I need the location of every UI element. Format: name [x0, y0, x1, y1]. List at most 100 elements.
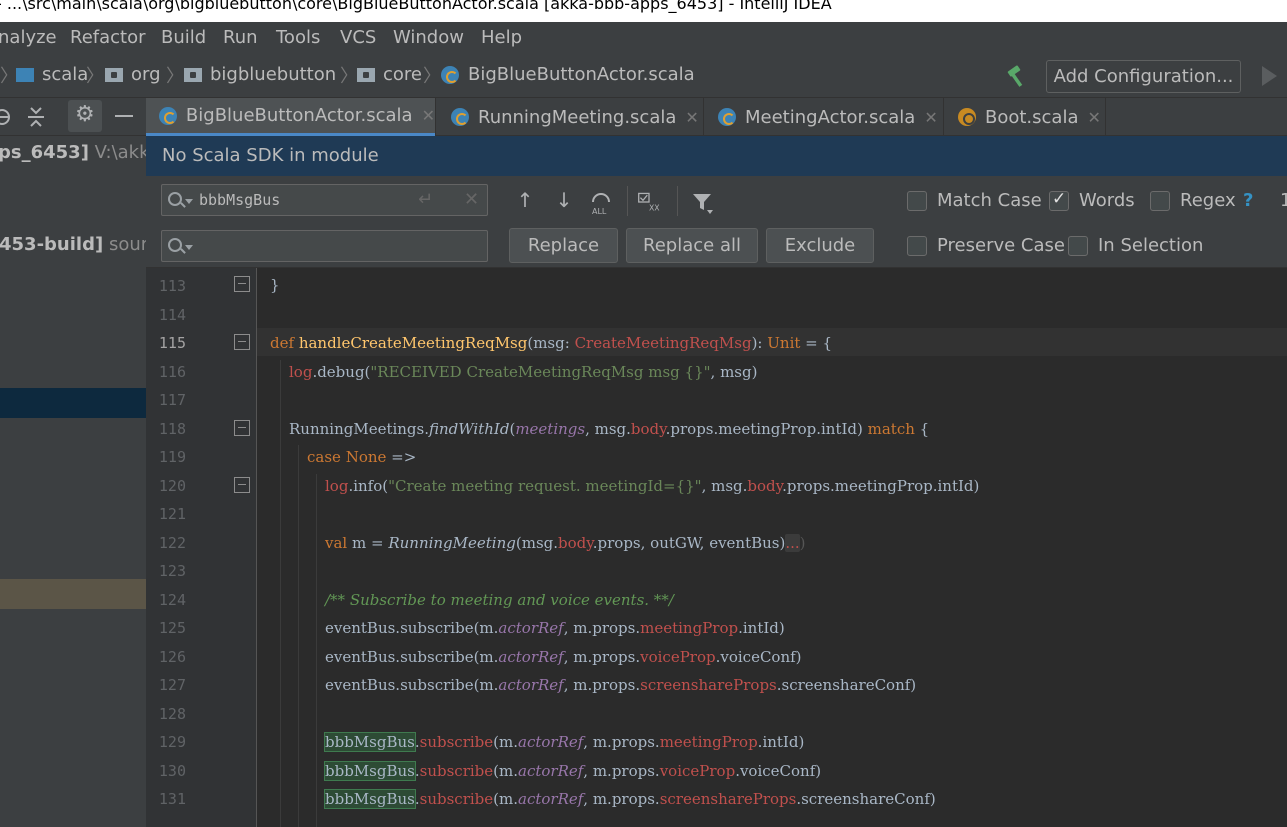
search-match-highlight: bbbMsgBus — [324, 732, 416, 752]
close-icon[interactable]: ✕ — [924, 108, 937, 127]
line-number: 130 — [158, 762, 186, 780]
line-number: 124 — [158, 591, 186, 609]
preserve-case-checkbox[interactable]: Preserve Case — [907, 235, 1065, 256]
tab-divider — [435, 98, 436, 136]
code-line: RunningMeetings.findWithId(meetings, msg… — [289, 420, 930, 438]
collapse-all-icon[interactable] — [26, 106, 46, 128]
collapsed-code-fold[interactable]: ... — [785, 534, 800, 552]
close-icon[interactable]: ✕ — [1088, 108, 1101, 127]
code-line: bbbMsgBus.subscribe(m.actorRef, m.props.… — [324, 761, 822, 781]
search-history-dropdown-icon[interactable] — [185, 199, 193, 204]
tab-boot[interactable]: Boot.scala ✕ — [945, 98, 1105, 136]
in-selection-checkbox[interactable]: In Selection — [1068, 235, 1203, 256]
line-number: 125 — [158, 619, 186, 637]
menu-build[interactable]: Build — [161, 27, 206, 48]
search-icon — [168, 238, 182, 252]
menu-run[interactable]: Run — [223, 27, 258, 48]
scala-class-icon — [718, 108, 736, 126]
regex-help-icon[interactable]: ? — [1243, 190, 1253, 211]
previous-occurrence-icon[interactable]: ↑ — [513, 188, 537, 216]
breadcrumb-core[interactable]: core — [357, 64, 422, 85]
hide-panel-icon[interactable] — [115, 115, 133, 117]
match-case-checkbox[interactable]: Match Case — [907, 190, 1042, 211]
code-line: eventBus.subscribe(m.actorRef, m.props.m… — [325, 619, 785, 637]
code-line: val m = RunningMeeting(msg.body.props, o… — [325, 534, 806, 552]
tab-divider — [703, 98, 704, 136]
line-number: 121 — [158, 505, 186, 523]
exclude-button[interactable]: Exclude — [766, 228, 874, 263]
folder-icon — [16, 67, 34, 82]
menu-analyze[interactable]: nalyze — [0, 27, 57, 48]
breadcrumb-separator: 〉 — [166, 66, 184, 87]
close-icon[interactable]: ✕ — [422, 106, 435, 125]
indent-guide — [280, 360, 281, 827]
menu-window[interactable]: Window — [393, 27, 464, 48]
regex-checkbox[interactable]: Regex — [1150, 190, 1236, 211]
code-line: bbbMsgBus.subscribe(m.actorRef, m.props.… — [324, 789, 936, 809]
tab-bigbluebuttonactor[interactable]: BigBlueButtonActor.scala ✕ — [146, 98, 435, 136]
filter-icon[interactable] — [691, 188, 715, 216]
editor-tabs: BigBlueButtonActor.scala ✕ RunningMeetin… — [146, 98, 1287, 136]
selected-tree-row[interactable] — [0, 388, 146, 418]
fold-marker-icon[interactable] — [234, 420, 250, 436]
add-configuration-button[interactable]: Add Configuration... — [1046, 60, 1241, 93]
line-number: 115 — [158, 334, 186, 352]
scala-object-icon — [958, 108, 976, 126]
breadcrumb-bigbluebutton[interactable]: bigbluebutton — [184, 64, 336, 85]
scala-class-icon — [159, 106, 177, 125]
menu-tools[interactable]: Tools — [276, 27, 320, 48]
run-icon[interactable] — [1262, 66, 1277, 86]
menu-help[interactable]: Help — [481, 27, 522, 48]
tab-meetingactor[interactable]: MeetingActor.scala ✕ — [705, 98, 943, 136]
tab-divider — [1105, 98, 1106, 136]
next-occurrence-icon[interactable]: ↓ — [552, 188, 576, 216]
menu-refactor[interactable]: Refactor — [70, 27, 146, 48]
locate-icon[interactable] — [0, 107, 12, 127]
clear-icon[interactable]: ✕ — [464, 189, 479, 210]
close-icon[interactable]: ✕ — [685, 108, 698, 127]
scala-class-icon — [441, 65, 459, 84]
replace-button[interactable]: Replace — [509, 228, 618, 263]
line-number: 116 — [158, 363, 186, 381]
line-number: 117 — [158, 391, 186, 409]
newline-icon[interactable]: ↵ — [418, 189, 433, 210]
build-hammer-icon[interactable] — [1005, 64, 1029, 88]
fold-marker-icon[interactable] — [234, 276, 250, 292]
checkbox-box — [1068, 235, 1088, 256]
fold-marker-icon[interactable] — [234, 334, 250, 350]
match-count: 1 — [1280, 190, 1287, 211]
checkbox-box-checked — [1049, 189, 1069, 211]
highlighted-tree-row[interactable] — [0, 579, 146, 609]
breadcrumb-scala[interactable]: scala — [16, 64, 88, 85]
breadcrumb-file[interactable]: BigBlueButtonActor.scala — [441, 64, 695, 85]
svg-text:XX: XX — [649, 204, 660, 213]
toolbar-separator — [627, 186, 628, 216]
checkbox-box — [907, 190, 927, 211]
filter-search-results-icon[interactable]: XX — [637, 188, 661, 216]
search-input[interactable]: bbbMsgBus ↵ ✕ — [161, 184, 488, 216]
package-folder-icon — [105, 67, 123, 82]
line-number: 129 — [158, 733, 186, 751]
window-title-bar: - ...\src\main\scala\org\bigbluebutton\c… — [0, 0, 1287, 22]
project-root-row[interactable]: ps_6453] V:\akk — [0, 142, 146, 163]
project-build-row[interactable]: 453-build] sourc — [0, 234, 146, 255]
line-number: 122 — [158, 534, 186, 552]
replace-input[interactable] — [161, 230, 488, 262]
words-checkbox[interactable]: Words — [1049, 189, 1135, 211]
select-all-occurrences-icon[interactable]: ALL — [589, 188, 613, 216]
replace-all-button[interactable]: Replace all — [626, 228, 758, 263]
fold-marker-icon[interactable] — [234, 477, 250, 493]
code-line: bbbMsgBus.subscribe(m.actorRef, m.props.… — [324, 732, 805, 752]
svg-text:ALL: ALL — [592, 207, 607, 216]
replace-history-dropdown-icon[interactable] — [185, 245, 193, 250]
breadcrumb-separator: 〉 — [86, 66, 104, 87]
gear-icon: ⚙ — [75, 102, 95, 127]
indent-guide — [298, 445, 299, 827]
code-line: log.debug("RECEIVED CreateMeetingReqMsg … — [289, 363, 758, 381]
breadcrumb-org[interactable]: org — [105, 64, 161, 85]
line-number: 126 — [158, 648, 186, 666]
tab-runningmeeting[interactable]: RunningMeeting.scala ✕ — [438, 98, 703, 136]
settings-button[interactable]: ⚙ — [68, 100, 102, 132]
menu-vcs[interactable]: VCS — [340, 27, 376, 48]
line-number: 113 — [158, 277, 186, 295]
